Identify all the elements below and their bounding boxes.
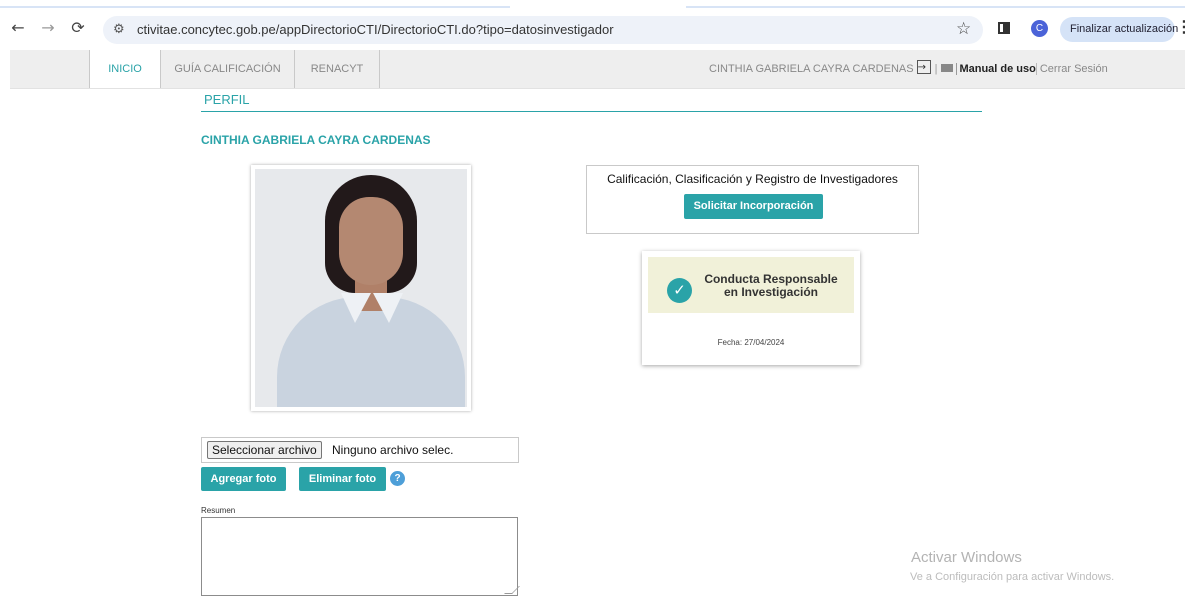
resumen-label: Resumen xyxy=(201,506,236,515)
mail-icon[interactable] xyxy=(941,64,954,72)
windows-watermark-subtitle: Ve a Configuración para activar Windows. xyxy=(910,571,1115,583)
crc-date: Fecha: 27/04/2024 xyxy=(717,338,785,347)
site-info-icon[interactable]: ⚙ xyxy=(113,22,125,37)
tab-strip-line xyxy=(0,6,510,8)
section-divider xyxy=(201,111,982,112)
conducta-responsable-card: ✓ Conducta Responsable en Investigación … xyxy=(642,251,860,365)
photo-collar xyxy=(341,293,371,323)
bookmark-star-icon[interactable]: ☆ xyxy=(956,19,971,39)
tab-guia-calificacion[interactable]: GUÍA CALIFICACIÓN xyxy=(161,50,295,88)
photo-face xyxy=(339,197,403,285)
file-input[interactable]: Seleccionar archivo Ninguno archivo sele… xyxy=(201,437,519,463)
address-bar[interactable]: ⚙ ctivitae.concytec.gob.pe/appDirectorio… xyxy=(103,16,983,44)
user-area: CINTHIA GABRIELA CAYRA CARDENAS | Manual d… xyxy=(709,49,1108,88)
manual-link[interactable]: Manual de uso xyxy=(956,63,1036,75)
resumen-textarea[interactable] xyxy=(201,517,520,596)
crc-banner: ✓ Conducta Responsable en Investigación xyxy=(648,257,854,313)
update-button[interactable]: Finalizar actualización xyxy=(1060,17,1178,42)
side-panel-icon[interactable] xyxy=(998,22,1010,34)
tab-renacyt[interactable]: RENACYT xyxy=(295,50,380,88)
calificacion-panel: Calificación, Clasificación y Registro d… xyxy=(586,165,919,234)
photo-shirt xyxy=(277,297,465,407)
solicitar-incorporacion-button[interactable]: Solicitar Incorporación xyxy=(684,194,823,219)
tab-strip-line xyxy=(686,6,1185,8)
photo-collar xyxy=(373,293,403,323)
resize-handle-icon[interactable] xyxy=(504,586,520,594)
login-icon[interactable] xyxy=(916,49,931,87)
crc-title: Conducta Responsable en Investigación xyxy=(696,273,846,299)
browser-toolbar: ← → ⟳ ⚙ ctivitae.concytec.gob.pe/appDire… xyxy=(0,0,1185,46)
app-nav: INICIO GUÍA CALIFICACIÓN RENACYT CINTHIA… xyxy=(10,49,1185,89)
tab-inicio[interactable]: INICIO xyxy=(89,50,161,88)
profile-avatar[interactable]: C xyxy=(1031,20,1048,37)
profile-photo-frame xyxy=(251,165,471,411)
check-icon: ✓ xyxy=(667,278,692,303)
add-photo-button[interactable]: Agregar foto xyxy=(201,467,286,491)
menu-kebab-icon[interactable]: ⋮ xyxy=(1176,17,1185,37)
back-icon[interactable]: ← xyxy=(8,18,28,38)
reload-icon[interactable]: ⟳ xyxy=(68,18,88,38)
select-file-button[interactable]: Seleccionar archivo xyxy=(207,441,322,459)
crc-title-line2: en Investigación xyxy=(723,285,819,299)
address-url[interactable]: ctivitae.concytec.gob.pe/appDirectorioCT… xyxy=(137,22,614,37)
researcher-name: CINTHIA GABRIELA CAYRA CARDENAS xyxy=(201,133,431,147)
windows-watermark-title: Activar Windows xyxy=(911,549,1022,566)
profile-photo xyxy=(255,169,467,407)
user-name: CINTHIA GABRIELA CAYRA CARDENAS xyxy=(709,63,914,75)
calificacion-title: Calificación, Clasificación y Registro d… xyxy=(607,172,898,186)
section-title: PERFIL xyxy=(204,92,250,107)
separator: | xyxy=(934,63,938,75)
forward-icon[interactable]: → xyxy=(38,18,58,38)
help-icon[interactable]: ? xyxy=(390,471,405,486)
remove-photo-button[interactable]: Eliminar foto xyxy=(299,467,386,491)
logout-link[interactable]: Cerrar Sesión xyxy=(1035,63,1108,75)
file-status: Ninguno archivo selec. xyxy=(332,443,454,457)
